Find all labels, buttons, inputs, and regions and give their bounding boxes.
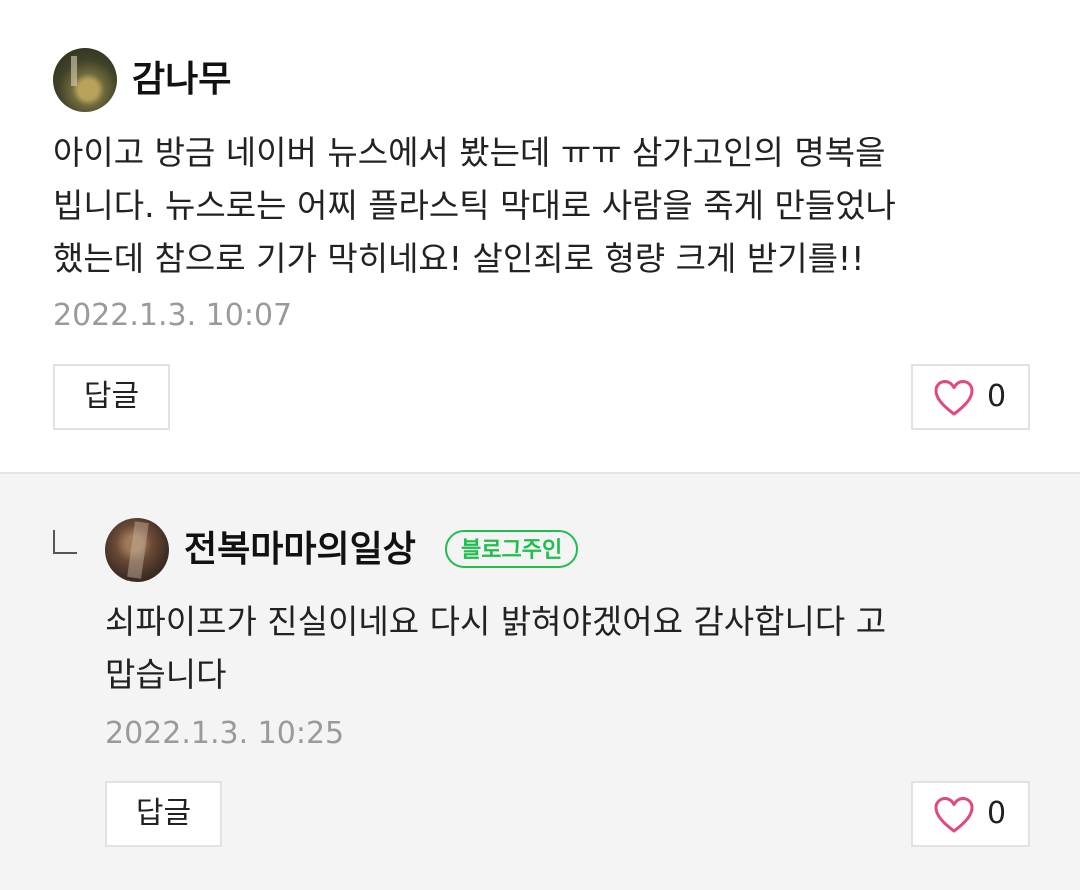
comment-text: 쇠파이프가 진실이네요 다시 밝혀야겠어요 감사합니다 고 맙습니다 — [105, 602, 887, 694]
avatar[interactable] — [53, 48, 117, 112]
comment-timestamp: 2022.1.3. 10:25 — [105, 716, 345, 751]
reply-button[interactable]: 답글 — [105, 781, 222, 847]
avatar[interactable] — [105, 518, 169, 582]
comment-author[interactable]: 전복마마의일상 — [184, 528, 416, 572]
comment-text: 아이고 방금 네이버 뉴스에서 봤는데 ㅠㅠ 삼가고인의 명복을 빕니다. 뉴스… — [53, 133, 896, 278]
heart-outline-icon — [934, 797, 974, 833]
heart-outline-icon — [934, 380, 974, 416]
comment-author[interactable]: 감나무 — [132, 58, 231, 102]
reply-arrow-icon — [53, 530, 77, 554]
like-count: 0 — [987, 796, 1007, 831]
reply-button[interactable]: 답글 — [53, 364, 170, 430]
like-button[interactable]: 0 — [911, 364, 1030, 430]
like-button[interactable]: 0 — [911, 781, 1030, 847]
comment-timestamp: 2022.1.3. 10:07 — [53, 298, 293, 333]
blog-owner-badge: 블로그주인 — [445, 530, 579, 568]
like-count: 0 — [987, 379, 1007, 414]
comment-item: 감나무 아이고 방금 네이버 뉴스에서 봤는데 ㅠㅠ 삼가고인의 명복을 빕니다… — [0, 0, 1080, 472]
